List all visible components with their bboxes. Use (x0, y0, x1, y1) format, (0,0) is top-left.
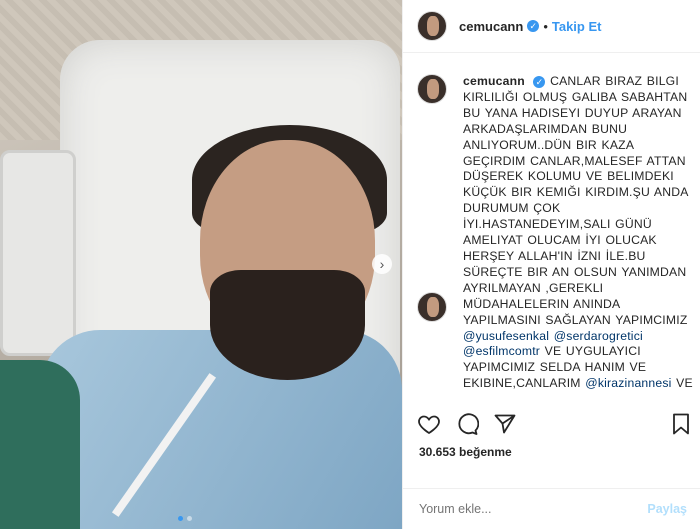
verified-icon: ✓ (533, 75, 546, 88)
caption-body: VE (676, 376, 693, 391)
avatar[interactable] (417, 11, 447, 41)
like-count[interactable]: 30.653 beğenme (419, 445, 512, 459)
username-link[interactable]: cemucann (459, 19, 523, 34)
carousel-dot-active (178, 516, 183, 521)
post-header: cemucann ✓ • Takip Et (403, 0, 700, 53)
caption-body: CANLAR BIRAZ BILGI KIRLILIĞI OLMUŞ GALIB… (463, 74, 688, 327)
post-sidebar: cemucann ✓ • Takip Et cemucann ✓ CANLAR … (402, 0, 700, 529)
caption-avatar[interactable] (417, 74, 447, 104)
photo-green-cloth (0, 360, 80, 529)
comment-bar: Paylaş (403, 488, 700, 529)
post-comment-button[interactable]: Paylaş (647, 502, 687, 516)
caption-avatar-2[interactable] (417, 292, 447, 322)
follow-button[interactable]: Takip Et (552, 19, 602, 34)
separator: • (543, 18, 548, 34)
share-icon[interactable] (493, 412, 517, 436)
photo-bed-rail (0, 150, 76, 356)
photo-beard (210, 270, 365, 380)
chevron-right-icon: › (379, 256, 385, 272)
mention-link[interactable]: @esfilmcomtr (463, 344, 540, 358)
bookmark-icon[interactable] (669, 412, 693, 436)
post-photo[interactable]: › (0, 0, 402, 529)
comment-icon[interactable] (455, 412, 479, 436)
mention-link[interactable]: @yusufesenkal (463, 329, 549, 343)
verified-icon: ✓ (527, 20, 540, 32)
instagram-post: › cemucann ✓ • Takip Et cemucann ✓ CANLA… (0, 0, 700, 529)
mention-link[interactable]: @serdarogretici (554, 329, 643, 343)
heart-icon[interactable] (417, 412, 441, 436)
photo-gown (40, 330, 402, 529)
carousel-dots (178, 516, 192, 521)
mention-link[interactable]: @kirazinannesi (585, 376, 671, 390)
caption-text: cemucann ✓ CANLAR BIRAZ BILGI KIRLILIĞI … (463, 74, 697, 404)
action-bar (417, 412, 693, 438)
caption: cemucann ✓ CANLAR BIRAZ BILGI KIRLILIĞI … (417, 74, 697, 404)
comment-input[interactable] (417, 501, 648, 517)
carousel-next-button[interactable]: › (372, 254, 392, 274)
caption-username[interactable]: cemucann (463, 74, 525, 88)
carousel-dot (187, 516, 192, 521)
